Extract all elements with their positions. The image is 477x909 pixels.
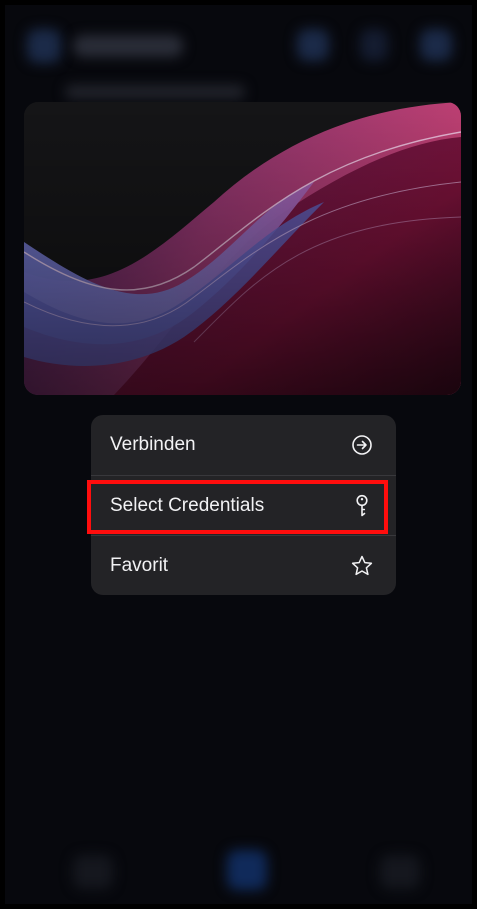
blurred-title: [73, 35, 183, 57]
blurred-tab-active: [227, 850, 267, 890]
phone-screen: Verbinden Select Credentials Favorit: [5, 5, 472, 904]
blurred-tab: [380, 855, 420, 889]
menu-item-select-credentials[interactable]: Select Credentials: [91, 475, 396, 535]
key-icon: [350, 494, 374, 518]
menu-item-label: Favorit: [110, 554, 169, 576]
star-icon: [350, 554, 374, 578]
blurred-app-icon: [27, 29, 61, 63]
context-menu: Verbinden Select Credentials Favorit: [91, 415, 396, 595]
menu-item-label: Select Credentials: [110, 494, 265, 516]
menu-item-favorit[interactable]: Favorit: [91, 535, 396, 595]
blurred-toolbar-button: [297, 29, 329, 61]
blurred-toolbar-button: [420, 29, 452, 61]
menu-item-verbinden[interactable]: Verbinden: [91, 415, 396, 475]
connection-preview-card: [24, 102, 461, 395]
blurred-subtitle: [65, 85, 245, 99]
wallpaper-image: [24, 102, 461, 395]
blurred-toolbar-button: [360, 29, 388, 61]
menu-item-label: Verbinden: [110, 434, 196, 455]
arrow-circle-right-icon: [350, 433, 374, 457]
blurred-tab: [73, 855, 113, 889]
